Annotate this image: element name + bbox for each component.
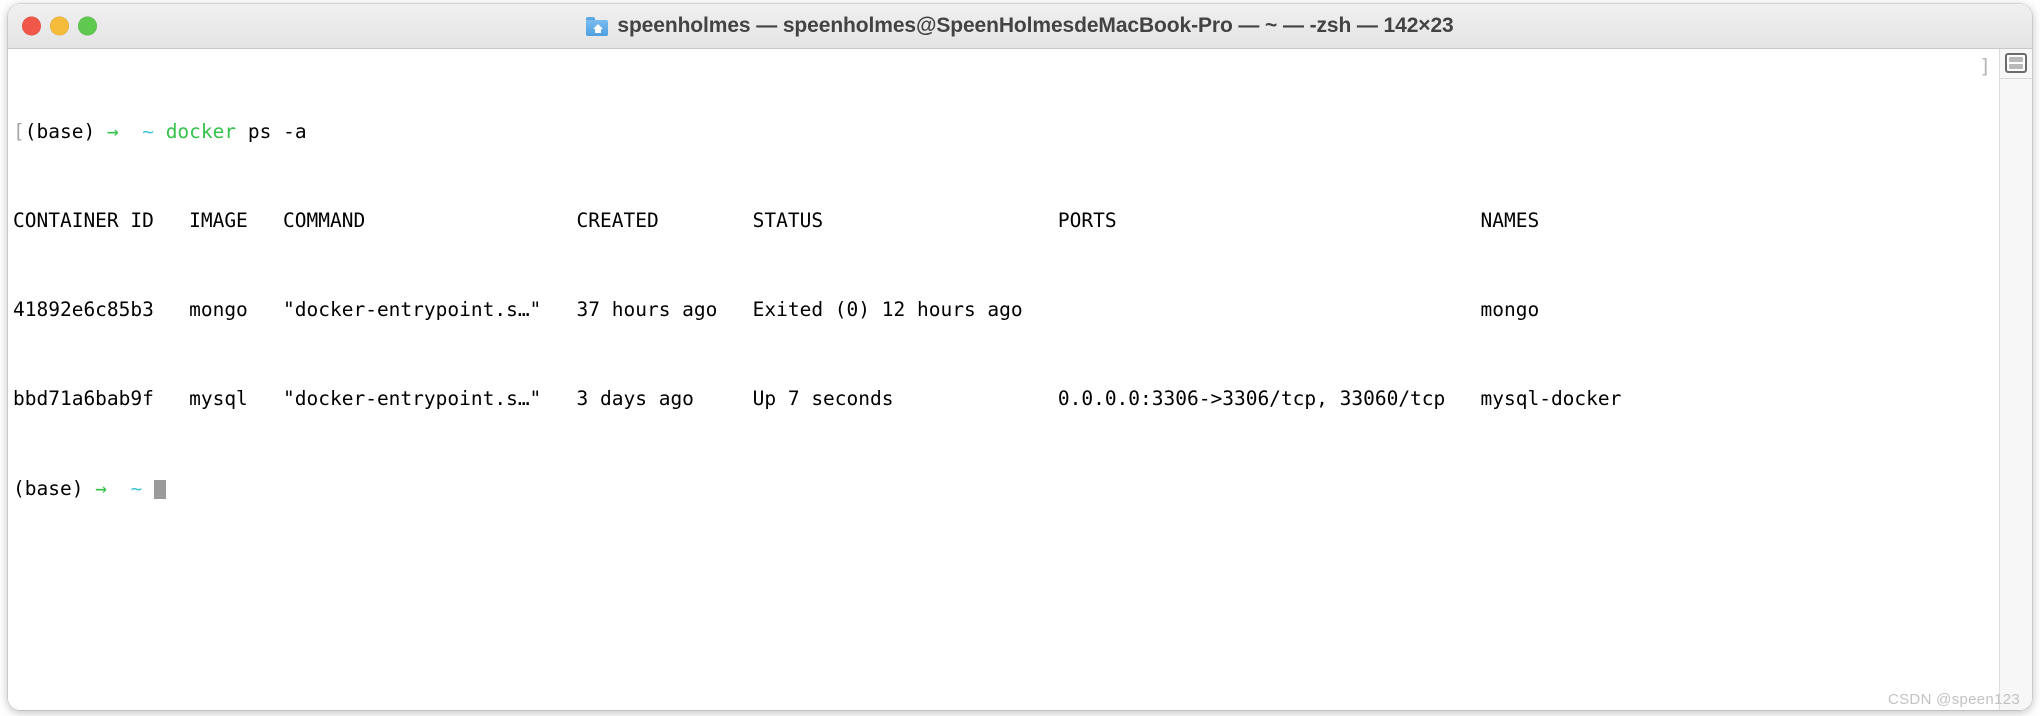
command-prompt-line: [(base) → ~ docker ps -a (13, 119, 1999, 143)
terminal-screen[interactable]: ] [(base) → ~ docker ps -a CONTAINER ID … (8, 49, 2000, 710)
final-prompt-line: (base) → ~ (13, 476, 1999, 500)
text-cursor (153, 479, 166, 499)
window-titlebar: speenholmes — speenholmes@SpeenHolmesdeM… (8, 4, 2032, 49)
prompt-space-2 (119, 120, 142, 143)
leading-bracket: [ (13, 119, 25, 143)
table-row: bbd71a6bab9f mysql "docker-entrypoint.s…… (13, 387, 1622, 411)
split-pane-icon[interactable] (2005, 53, 2027, 73)
zoom-button[interactable] (78, 16, 97, 36)
window-controls (22, 16, 97, 36)
prompt-space-1 (95, 120, 107, 143)
minimize-button[interactable] (50, 16, 69, 36)
table-row: 41892e6c85b3 mongo "docker-entrypoint.s…… (13, 298, 1540, 322)
prompt-arrow-icon: → (106, 119, 119, 143)
screen: speenholmes — speenholmes@SpeenHolmesdeM… (0, 0, 2040, 716)
table-header-row: CONTAINER ID IMAGE COMMAND CREATED STATU… (13, 209, 1540, 233)
close-button[interactable] (22, 16, 41, 36)
prompt-path: ~ (142, 119, 154, 143)
watermark: CSDN @speen123 (1888, 691, 2020, 708)
folder-home-icon (586, 16, 609, 36)
final-prompt-arrow-icon: → (95, 476, 107, 500)
final-prompt-space-2 (107, 477, 130, 500)
prompt-env: (base) (24, 119, 96, 143)
window-title: speenholmes — speenholmes@SpeenHolmesdeM… (617, 14, 1454, 37)
title-group: speenholmes — speenholmes@SpeenHolmesdeM… (586, 14, 1454, 38)
final-prompt-env: (base) (13, 476, 84, 500)
prompt-space-3 (154, 120, 166, 143)
terminal-output: [(base) → ~ docker ps -a CONTAINER ID IM… (13, 54, 1999, 567)
window-body: ] [(base) → ~ docker ps -a CONTAINER ID … (8, 49, 2032, 710)
final-prompt-space-1 (83, 477, 95, 500)
command-args: ps -a (236, 119, 307, 143)
terminal-window: speenholmes — speenholmes@SpeenHolmesdeM… (8, 4, 2032, 710)
command-name: docker (165, 119, 237, 143)
final-prompt-space-3 (142, 477, 154, 500)
final-prompt-path: ~ (130, 476, 143, 500)
right-rail (2000, 49, 2032, 710)
rail-divider (2000, 78, 2032, 79)
